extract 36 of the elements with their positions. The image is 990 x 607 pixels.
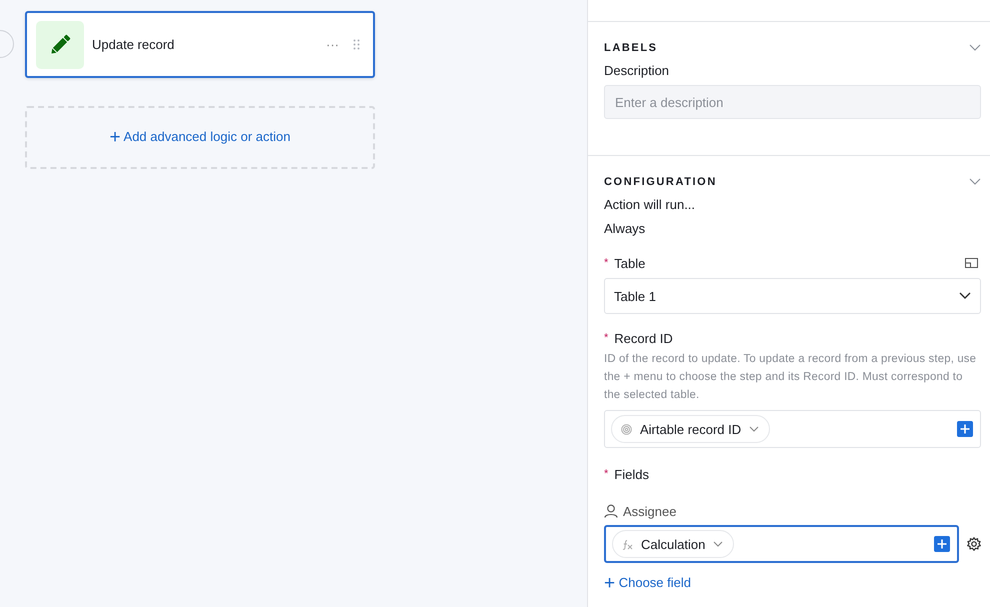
- description-input[interactable]: Enter a description: [604, 85, 981, 119]
- field-label: Record ID: [614, 330, 673, 346]
- add-icon[interactable]: [934, 536, 950, 552]
- section-heading: LABELS: [604, 42, 658, 54]
- token-pill[interactable]: Calculation: [612, 530, 734, 558]
- field-label: Action will run...: [604, 196, 696, 214]
- required-asterisk: *: [604, 257, 608, 269]
- add-icon[interactable]: [957, 421, 973, 437]
- token-input[interactable]: Calculation: [604, 525, 959, 563]
- step-card[interactable]: Update record ···: [25, 11, 375, 78]
- chevron-icon[interactable]: [969, 44, 981, 52]
- chevron-down-icon: [959, 292, 971, 300]
- token-input[interactable]: Airtable record ID: [604, 410, 981, 448]
- more-button[interactable]: ···: [326, 37, 339, 52]
- person-icon: [604, 504, 618, 518]
- step-title: Update record: [92, 37, 176, 52]
- field-label: Fields: [614, 466, 649, 482]
- field-label: Description: [604, 62, 670, 80]
- drag-handle-icon[interactable]: [353, 39, 360, 50]
- chevron-down-icon: [749, 426, 760, 432]
- table-dropdown[interactable]: Table 1: [604, 278, 981, 314]
- token-label: Calculation: [641, 536, 706, 552]
- token-pill[interactable]: Airtable record ID: [611, 415, 770, 443]
- expand-icon[interactable]: [965, 258, 978, 268]
- settings-icon[interactable]: [967, 537, 981, 551]
- chevron-down-icon: [713, 541, 724, 547]
- field-name: Assignee: [623, 504, 676, 518]
- help-text: ID of the record to update. To update a record from a previous step, use the + menu to choose the step and its Record ID. Must correspond to the selected table.: [604, 352, 978, 403]
- run-condition: Always: [604, 220, 646, 238]
- chevron-icon[interactable]: [969, 178, 981, 186]
- token-label: Airtable record ID: [640, 422, 742, 436]
- formula-icon: [622, 538, 633, 550]
- field-label: Table: [614, 256, 646, 270]
- section-heading: CONFIGURATION: [604, 176, 717, 188]
- required-asterisk: *: [604, 332, 608, 344]
- required-asterisk: *: [604, 468, 608, 480]
